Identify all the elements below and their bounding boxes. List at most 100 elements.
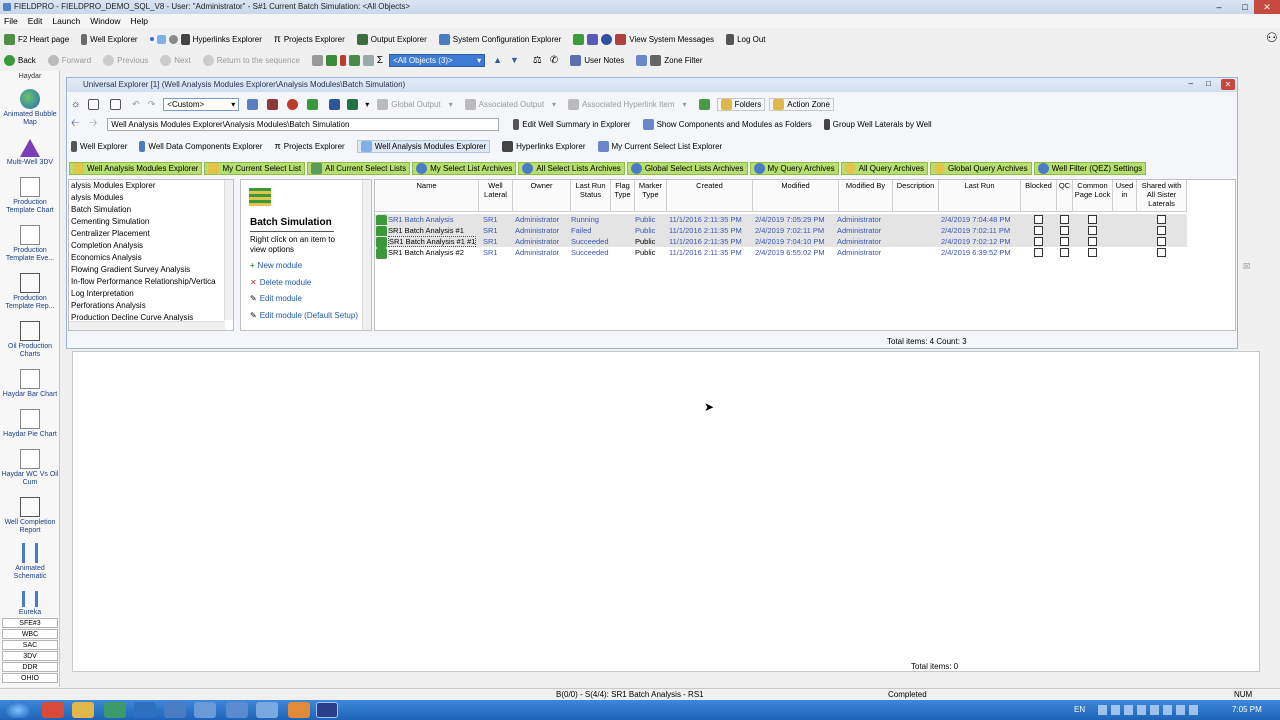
system-messages-button[interactable]: View System Messages — [615, 33, 714, 45]
explorer-minimize-button[interactable]: – — [1189, 79, 1193, 88]
checkbox-page-lock[interactable] — [1088, 215, 1097, 224]
table-row[interactable]: SR1 Batch Analysis SR1 Administrator Run… — [375, 214, 1187, 226]
sidebar-item-completion-report[interactable]: Well Completion Report — [0, 497, 60, 535]
sidebar-item-eureka[interactable]: Eureka — [0, 591, 60, 617]
col-header-created[interactable]: Created — [667, 180, 753, 212]
binoculars-icon[interactable]: ☼ — [71, 99, 80, 110]
play-icon[interactable] — [307, 99, 319, 110]
grid-icon[interactable] — [247, 99, 259, 110]
stop-icon[interactable] — [287, 99, 299, 110]
tab-green-global-archives[interactable]: Global Select Lists Archives — [626, 161, 748, 175]
tab-projects-explorer[interactable]: π Projects Explorer — [275, 141, 345, 151]
close-button[interactable]: ✕ — [1254, 0, 1280, 14]
sidebar-item-production-events[interactable]: Production Template Eve... — [0, 225, 60, 263]
checkbox-qc[interactable] — [1060, 215, 1069, 224]
col-header-used-in[interactable]: Used in — [1113, 180, 1137, 212]
arrow-down-icon[interactable]: ▼ — [510, 55, 519, 65]
tab-green-my-query[interactable]: My Query Archives — [749, 161, 839, 175]
checkbox-qc[interactable] — [1060, 248, 1069, 257]
checkbox-shared[interactable] — [1157, 248, 1166, 257]
background-close-icon[interactable]: ☒ — [1243, 262, 1250, 271]
report-red-icon[interactable] — [267, 99, 279, 110]
taskbar-app-folder[interactable] — [72, 702, 94, 718]
tree-node[interactable]: Completion Analysis — [71, 241, 143, 250]
menu-launch[interactable]: Launch — [52, 16, 80, 26]
checkbox-page-lock[interactable] — [1088, 226, 1097, 235]
explorer-maximize-button[interactable]: □ — [1206, 79, 1211, 88]
taskbar-app-8[interactable] — [288, 702, 310, 718]
cancel-icon[interactable] — [311, 54, 323, 66]
projects-explorer-button[interactable]: π Projects Explorer — [274, 34, 345, 45]
redo-icon[interactable]: ↷ — [148, 99, 156, 110]
tab-select-list-explorer[interactable]: My Current Select List Explorer — [597, 140, 722, 152]
tree-node[interactable]: Centralizer Placement — [71, 229, 150, 238]
tree-hscrollbar[interactable] — [69, 321, 225, 330]
col-header-lateral[interactable]: Well Lateral — [479, 180, 513, 212]
action-zone-button[interactable]: Action Zone — [769, 98, 834, 111]
snowflake-icon[interactable] — [156, 34, 166, 44]
col-header-shared[interactable]: Shared with All Sister Laterals — [1137, 180, 1187, 212]
taskbar-app-7[interactable] — [256, 702, 278, 718]
export-icon[interactable] — [573, 33, 585, 45]
back-button[interactable]: Back — [4, 54, 36, 66]
associated-output-button[interactable]: Associated Output ▾ — [464, 99, 556, 110]
nav-forward-icon[interactable]: 🡢 — [89, 116, 97, 133]
tab-well-analysis-modules[interactable]: Well Analysis Modules Explorer — [356, 139, 491, 153]
sidebar-tab-sac[interactable]: SAC — [2, 640, 58, 650]
sidebar-item-bubble-map[interactable]: Animated Bubble Map — [0, 89, 60, 127]
sidebar-item-animated-schematic[interactable]: Animated Schematic — [0, 543, 60, 581]
dot-icon[interactable] — [149, 37, 154, 41]
taskbar-app-fieldpro[interactable] — [316, 702, 338, 718]
person-red-icon[interactable] — [339, 54, 346, 66]
all-objects-select[interactable]: <All Objects (3)> ▾ — [389, 53, 486, 67]
tray-icons[interactable] — [1098, 705, 1198, 715]
tab-green-well-filter[interactable]: Well Filter (QEZ) Settings — [1033, 161, 1147, 175]
tree-node[interactable]: Log Interpretation — [71, 289, 134, 298]
col-header-last-run[interactable]: Last Run — [939, 180, 1021, 212]
sidebar-item-wc-vs-oil[interactable]: Haydar WC Vs Oil Cum — [0, 449, 60, 487]
menu-window[interactable]: Window — [90, 16, 120, 26]
show-components-button[interactable]: Show Components and Modules as Folders — [642, 119, 812, 130]
tab-green-my-select-list[interactable]: My Current Select List — [204, 161, 306, 175]
output-explorer-button[interactable]: Output Explorer — [356, 33, 427, 45]
checkbox-blocked[interactable] — [1034, 215, 1043, 224]
refresh-icon[interactable] — [698, 99, 710, 110]
edit-summary-button[interactable]: Edit Well Summary in Explorer — [513, 119, 631, 130]
sidebar-tab-3dv[interactable]: 3DV — [2, 651, 58, 661]
start-button[interactable] — [6, 702, 30, 718]
tab-green-all-archives[interactable]: All Select Lists Archives — [518, 161, 625, 175]
well-explorer-button[interactable]: Well Explorer — [81, 33, 138, 45]
previous-button[interactable]: Previous — [103, 54, 148, 66]
taskbar-app-4[interactable] — [164, 702, 186, 718]
sidebar-item-bar-chart[interactable]: Haydar Bar Chart — [0, 369, 60, 399]
sidebar-tab-sfe3[interactable]: SFE#3 — [2, 618, 58, 628]
tree-node[interactable]: Flowing Gradient Survey Analysis — [71, 265, 190, 274]
chevron-down-icon[interactable]: ▾ — [365, 100, 369, 109]
associated-hyperlink-button[interactable]: Associated Hyperlink Item ▾ — [568, 99, 687, 110]
phone-icon[interactable]: ✆ — [550, 55, 558, 66]
taskbar-app-6[interactable] — [226, 702, 248, 718]
word-icon[interactable] — [329, 99, 341, 110]
tree-node[interactable]: Batch Simulation — [71, 205, 131, 214]
folders-button[interactable]: Folders — [716, 98, 766, 111]
excel-icon[interactable] — [347, 99, 359, 110]
log-out-button[interactable]: Log Out — [726, 33, 766, 45]
menu-file[interactable]: File — [4, 16, 18, 26]
checkbox-shared[interactable] — [1157, 215, 1166, 224]
tab-green-all-select-lists[interactable]: All Current Select Lists — [307, 161, 411, 175]
record-icon[interactable] — [168, 34, 178, 44]
taskbar-app-chrome[interactable] — [42, 702, 64, 718]
tab-green-all-query[interactable]: All Query Archives — [840, 161, 929, 175]
col-header-qc[interactable]: QC — [1057, 180, 1073, 212]
checkbox-blocked[interactable] — [1034, 248, 1043, 257]
run-icon[interactable] — [325, 54, 337, 66]
view-select[interactable]: <Custom> ▾ — [163, 98, 240, 111]
action-vscrollbar[interactable] — [362, 180, 371, 330]
edit-module-link[interactable]: ✎ Edit module — [250, 294, 302, 303]
sidebar-item-production-report[interactable]: Production Template Rep... — [0, 273, 60, 311]
table-row[interactable]: SR1 Batch Analysis #1 SR1 Administrator … — [375, 225, 1187, 237]
tree-node[interactable]: In-flow Performance Relationship/Vertica — [71, 277, 216, 286]
filter-icon[interactable] — [362, 54, 374, 66]
tree-vscrollbar[interactable] — [224, 180, 233, 320]
col-header-owner[interactable]: Owner — [513, 180, 571, 212]
